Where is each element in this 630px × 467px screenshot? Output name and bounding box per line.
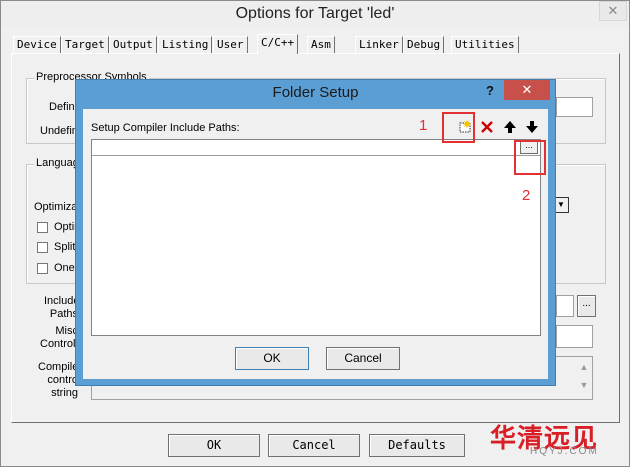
move-up-icon[interactable]: [500, 118, 520, 136]
window-close-icon[interactable]: ✕: [599, 1, 627, 21]
ok-button[interactable]: OK: [168, 434, 260, 457]
option-checkbox-2[interactable]: [37, 242, 48, 253]
tab-debug[interactable]: Debug: [403, 36, 445, 53]
watermark-subtext: HQYJ.COM: [530, 446, 599, 457]
tab-utilities[interactable]: Utilities: [451, 36, 519, 53]
misc-controls-label-2: Controls: [40, 338, 81, 350]
misc-controls-input[interactable]: [556, 325, 593, 348]
dialog-close-icon[interactable]: ✕: [504, 80, 550, 100]
tab-listing[interactable]: Listing: [158, 36, 213, 53]
defaults-button[interactable]: Defaults: [369, 434, 465, 457]
help-icon[interactable]: ?: [481, 81, 499, 101]
tab-c-cpp[interactable]: C/C++: [257, 34, 299, 54]
option-checkbox-1[interactable]: [37, 222, 48, 233]
compiler-control-label-1: Compile: [38, 361, 79, 373]
watermark-logo: 华清远见 HQYJ.COM: [490, 418, 625, 463]
annotation-marker-1: 1: [419, 117, 428, 134]
include-paths-input[interactable]: [556, 295, 574, 317]
move-down-icon[interactable]: [522, 118, 542, 136]
dialog-body: Setup Compiler Include Paths: ... OK Can…: [83, 109, 548, 379]
include-paths-browse-button[interactable]: ...: [577, 295, 596, 317]
dialog-cancel-button[interactable]: Cancel: [326, 347, 400, 370]
tab-device[interactable]: Device: [13, 36, 61, 53]
tab-target[interactable]: Target: [61, 36, 109, 53]
cancel-button[interactable]: Cancel: [268, 434, 360, 457]
option-label-3: One: [54, 262, 75, 274]
language-group-label: Languag: [34, 157, 81, 169]
include-paths-label-2: Paths: [49, 308, 78, 320]
misc-controls-label-1: Misc: [55, 325, 78, 337]
tab-output[interactable]: Output: [109, 36, 157, 53]
option-label-2: Split: [54, 241, 76, 253]
scrollbar-arrows-icon[interactable]: ▲ ▼: [577, 358, 591, 398]
include-paths-label-1: Include: [44, 295, 80, 307]
window-title: Options for Target 'led': [1, 1, 629, 29]
folder-setup-dialog: Folder Setup ? ✕ Setup Compiler Include …: [75, 79, 556, 386]
include-paths-list[interactable]: ...: [91, 139, 541, 336]
delete-icon[interactable]: [477, 118, 497, 136]
compiler-control-label-2: contro: [47, 374, 78, 386]
annotation-marker-2: 2: [522, 187, 531, 204]
undefine-label: Undefin: [40, 125, 78, 137]
annotation-box-2: [514, 140, 546, 175]
option-checkbox-3[interactable]: [37, 263, 48, 274]
annotation-box-1: [442, 112, 475, 143]
optimization-label: Optimizat: [34, 201, 81, 213]
include-paths-label: Setup Compiler Include Paths:: [91, 122, 240, 134]
tab-linker[interactable]: Linker: [355, 36, 403, 53]
tab-user[interactable]: User: [213, 36, 248, 53]
compiler-control-label-3: string: [51, 387, 78, 399]
tab-asm[interactable]: Asm: [307, 36, 335, 53]
define-input[interactable]: [556, 97, 593, 117]
dialog-ok-button[interactable]: OK: [235, 347, 309, 370]
define-label: Defin: [49, 101, 75, 113]
